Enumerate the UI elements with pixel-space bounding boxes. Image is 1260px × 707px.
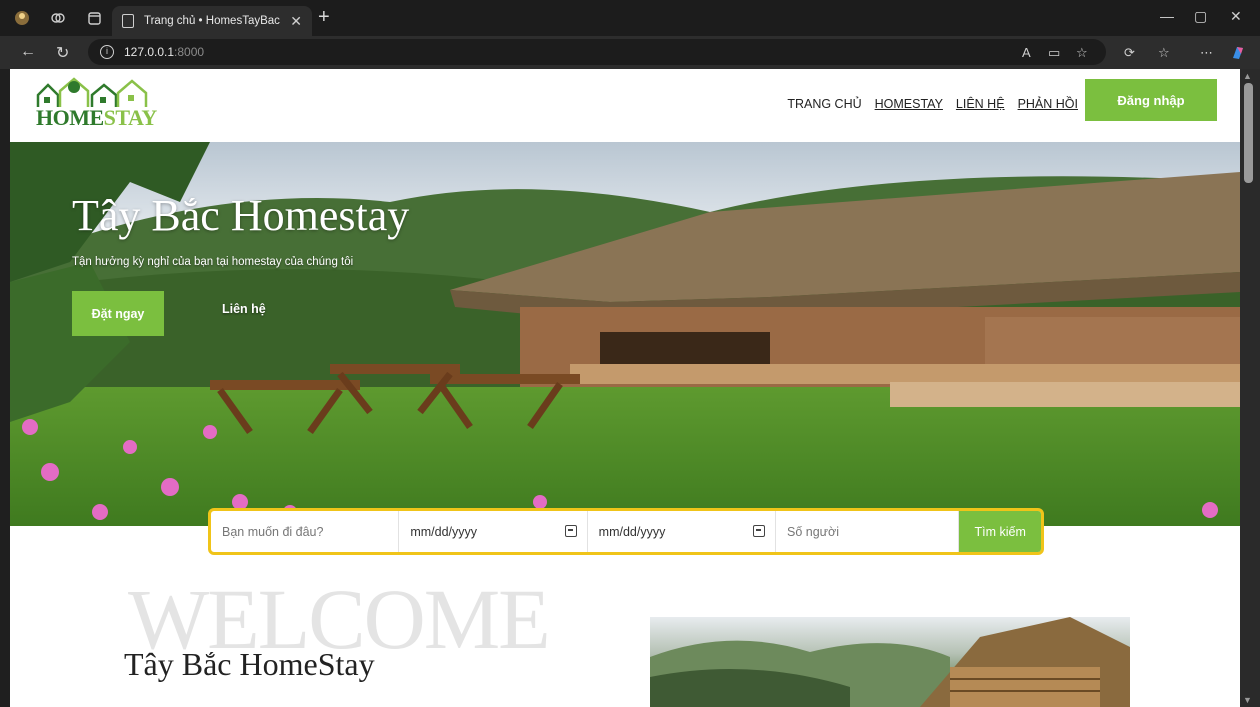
site-logo[interactable]: HOMESTAY	[34, 77, 158, 133]
favorites-icon[interactable]: ☆	[1158, 45, 1170, 61]
logo-text: HOMESTAY	[36, 105, 157, 130]
url-host: 127.0.0.1	[124, 45, 175, 59]
close-tab-icon[interactable]: ✕	[290, 13, 302, 30]
back-icon[interactable]: ←	[20, 43, 36, 61]
book-now-button[interactable]: Đặt ngay	[72, 291, 164, 336]
address-bar[interactable]: i 127.0.0.1:8000	[88, 39, 1106, 65]
immersive-reader-icon[interactable]: ▭	[1048, 45, 1060, 61]
hero-title: Tây Bắc Homestay	[72, 191, 410, 240]
destination-input[interactable]: Bạn muốn đi đâu?	[211, 511, 400, 552]
calendar-icon[interactable]	[752, 525, 765, 537]
checkout-date-text: mm/dd/yyyy	[598, 524, 666, 539]
main-nav: TRANG CHỦ HOMESTAY LIÊN HỆ PHẢN HỒI	[787, 97, 1078, 111]
login-button[interactable]: Đăng nhập	[1085, 79, 1217, 121]
restore-icon[interactable]: ▢	[1194, 8, 1207, 25]
extensions-icon[interactable]: ⟳	[1124, 45, 1135, 61]
site-header: HOMESTAY TRANG CHỦ HOMESTAY LIÊN HỆ PHẢN…	[10, 69, 1240, 142]
profile-icon[interactable]	[14, 10, 30, 26]
nav-homestay[interactable]: HOMESTAY	[875, 97, 943, 111]
nav-feedback[interactable]: PHẢN HỒI	[1018, 97, 1078, 111]
checkout-date-field[interactable]: mm/dd/yyyy	[588, 511, 776, 552]
scroll-down-icon[interactable]: ▼	[1243, 695, 1252, 705]
scrollbar-thumb[interactable]	[1244, 83, 1253, 183]
copilot-icon[interactable]	[1230, 45, 1246, 64]
read-aloud-icon[interactable]: A	[1022, 45, 1031, 60]
page-icon	[122, 14, 134, 28]
site-info-icon[interactable]: i	[100, 45, 114, 59]
homestay-photo	[650, 617, 1130, 707]
about-title: Tây Bắc HomeStay	[124, 646, 375, 682]
workspaces-icon[interactable]	[50, 10, 66, 26]
search-bar: Bạn muốn đi đâu? mm/dd/yyyy mm/dd/yyyy S…	[208, 508, 1044, 555]
about-image	[650, 617, 1130, 707]
calendar-icon[interactable]	[564, 525, 577, 537]
minimize-icon[interactable]: —	[1160, 8, 1174, 24]
favorite-star-icon[interactable]: ☆	[1076, 45, 1088, 61]
scroll-up-icon[interactable]: ▲	[1243, 71, 1252, 81]
checkin-date-field[interactable]: mm/dd/yyyy	[399, 511, 588, 552]
tab-actions-icon[interactable]	[86, 10, 102, 26]
search-button[interactable]: Tìm kiếm	[959, 511, 1041, 552]
tab-title: Trang chủ • HomesTayBac	[144, 15, 280, 27]
webpage: HOMESTAY TRANG CHỦ HOMESTAY LIÊN HỆ PHẢN…	[10, 69, 1240, 707]
close-window-icon[interactable]: ✕	[1230, 8, 1242, 25]
browser-tab[interactable]: Trang chủ • HomesTayBac ✕	[112, 6, 312, 36]
page-scrollbar[interactable]: ▲ ▼	[1240, 69, 1260, 707]
url-port: :8000	[174, 45, 205, 59]
checkin-date-text: mm/dd/yyyy	[410, 524, 478, 539]
hero-subtitle: Tận hưởng kỳ nghỉ của bạn tại homestay c…	[72, 256, 354, 268]
hero-banner: Tây Bắc Homestay Tận hưởng kỳ nghỉ của b…	[10, 142, 1240, 526]
contact-button[interactable]: Liên hệ	[222, 302, 266, 316]
nav-contact[interactable]: LIÊN HỆ	[956, 97, 1005, 111]
address-toolbar: ← ↻ i 127.0.0.1:8000 A ▭ ☆ ⟳ ☆ ⋯	[0, 36, 1260, 69]
new-tab-icon[interactable]: +	[318, 7, 330, 27]
more-menu-icon[interactable]: ⋯	[1200, 45, 1213, 61]
guests-input[interactable]: Số người	[776, 511, 960, 552]
nav-home[interactable]: TRANG CHỦ	[787, 97, 861, 111]
refresh-icon[interactable]: ↻	[56, 43, 69, 63]
